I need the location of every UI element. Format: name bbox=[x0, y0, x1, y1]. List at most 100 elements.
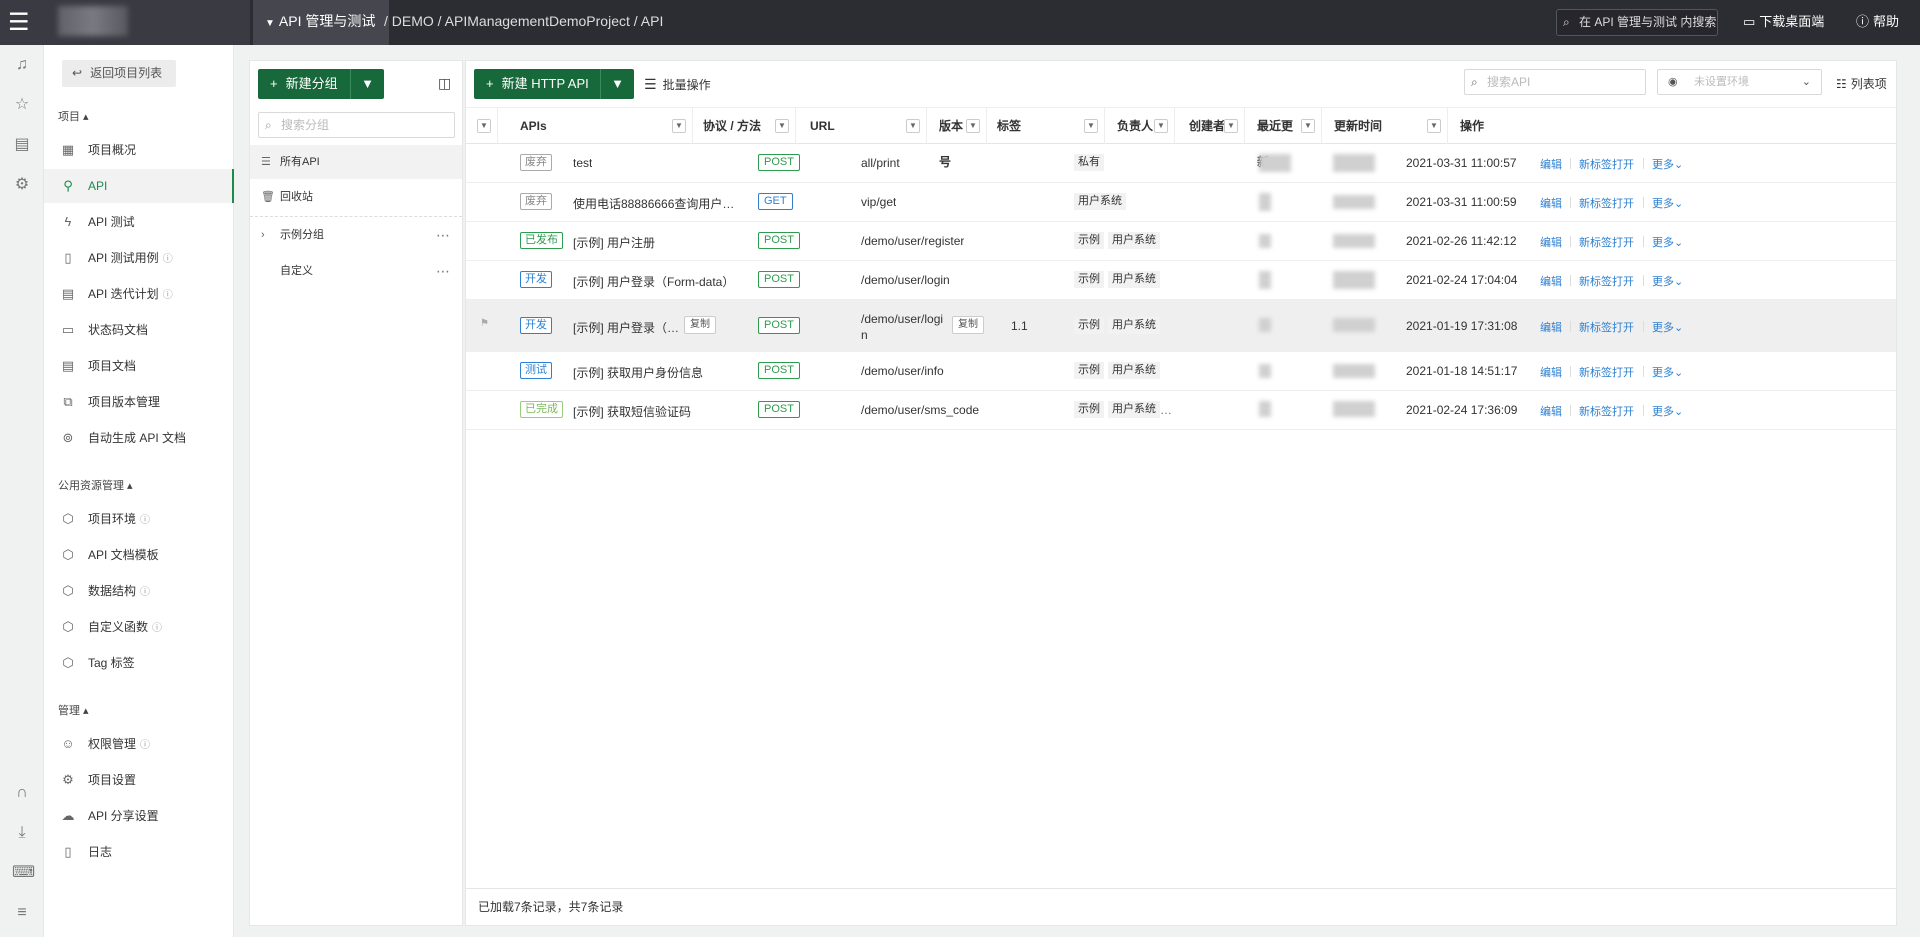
sidebar-item-data-structure[interactable]: ⬡ 数据结构 ⓘ bbox=[44, 574, 234, 608]
info-icon[interactable]: ⓘ bbox=[163, 290, 173, 301]
open-new-tab-link[interactable]: 新标签打开 bbox=[1579, 234, 1634, 250]
api-name[interactable]: 使用电话88886666查询用户… bbox=[573, 195, 734, 212]
more-link[interactable]: 更多⌄ bbox=[1652, 273, 1683, 289]
more-tags-icon[interactable]: … bbox=[1160, 403, 1172, 417]
edit-link[interactable]: 编辑 bbox=[1540, 234, 1562, 250]
table-row[interactable]: ⚑ 开发 [示例] 用户登录（… 复制 POST /demo/user/logi… bbox=[466, 300, 1896, 352]
sidebar-item-overview[interactable]: ▦ 项目概况 bbox=[44, 133, 234, 167]
more-link[interactable]: 更多⌄ bbox=[1652, 319, 1683, 335]
new-group-button[interactable]: + 新建分组 ▼ bbox=[258, 69, 384, 99]
th-tags[interactable]: 标签 ▼ bbox=[987, 108, 1105, 144]
sidebar-item-test-cases[interactable]: ▯ API 测试用例 ⓘ bbox=[44, 241, 234, 275]
info-icon[interactable]: ⓘ bbox=[140, 587, 150, 598]
th-creator[interactable]: 创建者 ▼ bbox=[1175, 108, 1245, 144]
open-new-tab-link[interactable]: 新标签打开 bbox=[1579, 273, 1634, 289]
api-search-input[interactable]: ⌕ 搜索API bbox=[1464, 69, 1646, 95]
sidebar-item-tags[interactable]: ⬡ Tag 标签 bbox=[44, 646, 234, 680]
edit-link[interactable]: 编辑 bbox=[1540, 364, 1562, 380]
edit-link[interactable]: 编辑 bbox=[1540, 156, 1562, 172]
list-columns-button[interactable]: ☷ 列表项 bbox=[1836, 69, 1887, 99]
sidebar-item-env[interactable]: ⬡ 项目环境 ⓘ bbox=[44, 502, 234, 536]
edit-link[interactable]: 编辑 bbox=[1540, 403, 1562, 419]
api-name[interactable]: [示例] 获取短信验证码 bbox=[573, 403, 691, 420]
filter-icon[interactable]: ▼ bbox=[906, 119, 920, 133]
filter-icon[interactable]: ▼ bbox=[966, 119, 980, 133]
th-version[interactable]: 版本号 ▼ bbox=[927, 108, 987, 169]
back-to-projects-button[interactable]: ↩ 返回项目列表 bbox=[62, 60, 176, 87]
group-search-input[interactable]: ⌕ 搜索分组 bbox=[258, 112, 455, 138]
headset-icon[interactable]: ∩ bbox=[12, 783, 32, 803]
filter-icon[interactable]: ▼ bbox=[775, 119, 789, 133]
edit-link[interactable]: 编辑 bbox=[1540, 319, 1562, 335]
bell-icon[interactable]: ♫ bbox=[12, 55, 32, 75]
more-icon[interactable]: ⋯ bbox=[436, 254, 450, 288]
group-all-apis[interactable]: ☰ 所有API bbox=[250, 145, 462, 179]
section-project-header[interactable]: 项目 ▴ bbox=[58, 108, 89, 124]
more-link[interactable]: 更多⌄ bbox=[1652, 156, 1683, 172]
sidebar-item-auto-doc[interactable]: ⊚ 自动生成 API 文档 bbox=[44, 421, 234, 455]
info-icon[interactable]: ⓘ bbox=[152, 623, 162, 634]
download-desktop-link[interactable]: ▭ 下载桌面端 bbox=[1743, 0, 1824, 44]
inbox-icon[interactable]: ▤ bbox=[12, 135, 32, 155]
sidebar-item-settings[interactable]: ⚙ 项目设置 bbox=[44, 763, 234, 797]
menu-icon[interactable]: ≡ bbox=[12, 903, 32, 923]
sidebar-item-api[interactable]: ⚲ API bbox=[44, 169, 234, 203]
filter-icon[interactable]: ▼ bbox=[1301, 119, 1315, 133]
sidebar-toggle-icon[interactable]: ◫ bbox=[438, 75, 451, 92]
more-link[interactable]: 更多⌄ bbox=[1652, 234, 1683, 250]
th-update-time[interactable]: 更新时间 ▼ bbox=[1322, 108, 1448, 144]
download-icon[interactable]: ⤓ bbox=[12, 823, 32, 843]
api-name[interactable]: [示例] 获取用户身份信息 bbox=[573, 364, 703, 381]
open-new-tab-link[interactable]: 新标签打开 bbox=[1579, 364, 1634, 380]
filter-icon[interactable]: ▼ bbox=[1084, 119, 1098, 133]
group-custom[interactable]: 自定义 ⋯ bbox=[250, 254, 462, 288]
keyboard-icon[interactable]: ⌨ bbox=[12, 863, 35, 883]
filter-icon[interactable]: ▼ bbox=[672, 119, 686, 133]
open-new-tab-link[interactable]: 新标签打开 bbox=[1579, 403, 1634, 419]
edit-link[interactable]: 编辑 bbox=[1540, 273, 1562, 289]
sidebar-item-doc-template[interactable]: ⬡ API 文档模板 bbox=[44, 538, 234, 572]
sidebar-item-status-codes[interactable]: ▭ 状态码文档 bbox=[44, 313, 234, 347]
edit-link[interactable]: 编辑 bbox=[1540, 195, 1562, 211]
info-icon[interactable]: ⓘ bbox=[163, 254, 173, 265]
table-row[interactable]: 已完成 [示例] 获取短信验证码 POST /demo/user/sms_cod… bbox=[466, 391, 1896, 430]
open-new-tab-link[interactable]: 新标签打开 bbox=[1579, 195, 1634, 211]
th-url[interactable]: URL ▼ bbox=[796, 108, 927, 144]
filter-icon[interactable]: ▼ bbox=[1427, 119, 1441, 133]
help-link[interactable]: ⓘ 帮助 bbox=[1856, 0, 1899, 44]
info-icon[interactable]: ⓘ bbox=[140, 740, 150, 751]
sidebar-item-iteration[interactable]: ▤ API 迭代计划 ⓘ bbox=[44, 277, 234, 311]
section-public-header[interactable]: 公用资源管理 ▴ bbox=[58, 477, 133, 493]
filter-icon[interactable]: ▼ bbox=[1154, 119, 1168, 133]
star-icon[interactable]: ☆ bbox=[12, 95, 32, 115]
group-recycle-bin[interactable]: 🗑 回收站 bbox=[250, 180, 462, 214]
batch-operation-button[interactable]: ☰ 批量操作 bbox=[644, 69, 711, 100]
section-manage-header[interactable]: 管理 ▴ bbox=[58, 702, 89, 718]
project-menu[interactable]: ▼ API 管理与测试 bbox=[253, 0, 390, 45]
th-apis[interactable]: APIs ▼ bbox=[498, 108, 693, 144]
table-row[interactable]: 废弃 test POST all/print 私有 2021-03-31 11:… bbox=[466, 144, 1896, 183]
group-example[interactable]: › 示例分组 ⋯ bbox=[250, 218, 462, 252]
th-owner[interactable]: 负责人 ▼ bbox=[1105, 108, 1175, 144]
info-icon[interactable]: ⓘ bbox=[140, 515, 150, 526]
settings-icon[interactable]: ⚙ bbox=[12, 175, 32, 195]
more-link[interactable]: 更多⌄ bbox=[1652, 403, 1683, 419]
logo-icon[interactable]: ☰ bbox=[8, 8, 38, 38]
table-row[interactable]: 废弃 使用电话88886666查询用户… GET vip/get 用户系统 20… bbox=[466, 183, 1896, 222]
copy-url-button[interactable]: 复制 bbox=[952, 316, 984, 334]
more-link[interactable]: 更多⌄ bbox=[1652, 364, 1683, 380]
open-new-tab-link[interactable]: 新标签打开 bbox=[1579, 319, 1634, 335]
api-name[interactable]: [示例] 用户注册 bbox=[573, 234, 655, 251]
sidebar-item-logs[interactable]: ▯ 日志 bbox=[44, 835, 234, 869]
api-name[interactable]: [示例] 用户登录（Form-data） bbox=[573, 273, 734, 290]
environment-select[interactable]: ◉ 未设置环境 ⌄ bbox=[1657, 69, 1822, 95]
table-row[interactable]: 开发 [示例] 用户登录（Form-data） POST /demo/user/… bbox=[466, 261, 1896, 300]
filter-icon[interactable]: ▼ bbox=[477, 119, 491, 133]
sidebar-item-custom-function[interactable]: ⬡ 自定义函数 ⓘ bbox=[44, 610, 234, 644]
table-row[interactable]: 测试 [示例] 获取用户身份信息 POST /demo/user/info 示例… bbox=[466, 352, 1896, 391]
flag-icon[interactable]: ⚑ bbox=[480, 318, 489, 329]
api-name[interactable]: test bbox=[573, 156, 592, 170]
th-last-updated-by[interactable]: 最近更新▼ bbox=[1245, 108, 1322, 169]
table-row[interactable]: 已发布 [示例] 用户注册 POST /demo/user/register 示… bbox=[466, 222, 1896, 261]
more-icon[interactable]: ⋯ bbox=[436, 218, 450, 252]
